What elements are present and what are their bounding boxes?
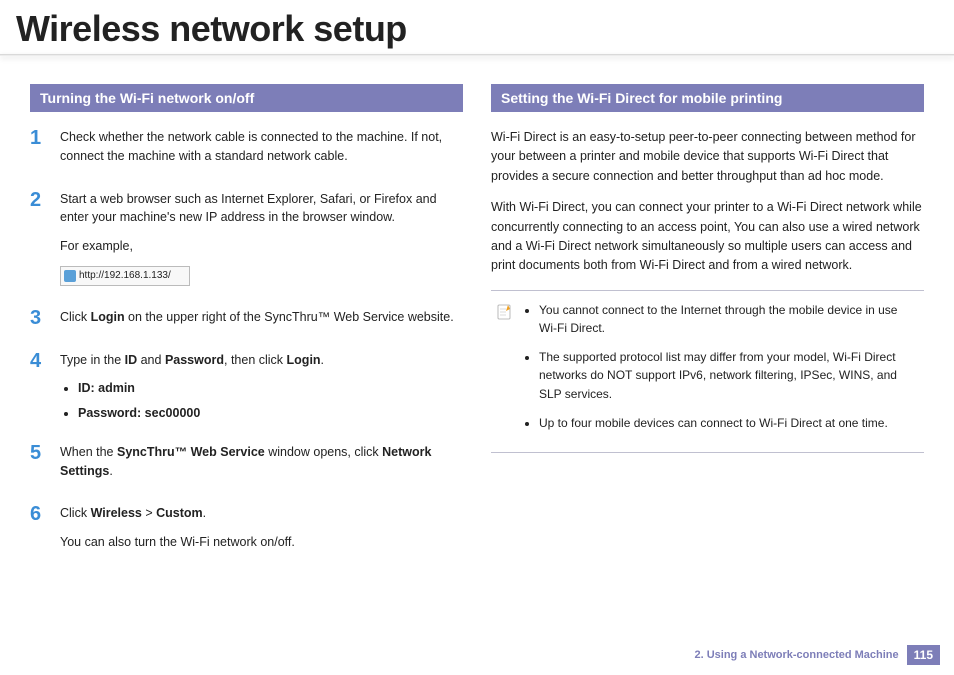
- step-3: 3 Click Login on the upper right of the …: [30, 308, 463, 337]
- step-text: Check whether the network cable is conne…: [60, 128, 463, 166]
- step-1: 1 Check whether the network cable is con…: [30, 128, 463, 176]
- credential-list: ID: admin Password: sec00000: [78, 379, 463, 423]
- step-extra: For example,: [60, 237, 463, 256]
- page-title: Wireless network setup: [0, 0, 954, 54]
- credential-password: Password: sec00000: [78, 404, 463, 423]
- title-divider: [0, 54, 954, 56]
- step-text: Click Login on the upper right of the Sy…: [60, 308, 463, 327]
- step-list: 1 Check whether the network cable is con…: [30, 128, 463, 562]
- step-6: 6 Click Wireless > Custom. You can also …: [30, 504, 463, 562]
- url-bar-example: http://192.168.1.133/: [60, 266, 190, 286]
- step-body: Start a web browser such as Internet Exp…: [60, 190, 463, 294]
- step-number: 1: [30, 126, 60, 176]
- step-number: 6: [30, 502, 60, 562]
- note-icon: [495, 303, 513, 321]
- step-text: Start a web browser such as Internet Exp…: [60, 190, 463, 228]
- paragraph-2: With Wi-Fi Direct, you can connect your …: [491, 198, 924, 276]
- step-number: 4: [30, 349, 60, 429]
- note-list: You cannot connect to the Internet throu…: [539, 301, 918, 443]
- note-item: Up to four mobile devices can connect to…: [539, 414, 918, 433]
- step-number: 3: [30, 306, 60, 337]
- step-text: When the SyncThru™ Web Service window op…: [60, 443, 463, 481]
- step-text: Click Wireless > Custom.: [60, 504, 463, 523]
- step-number: 5: [30, 441, 60, 491]
- step-extra: You can also turn the Wi-Fi network on/o…: [60, 533, 463, 552]
- step-2: 2 Start a web browser such as Internet E…: [30, 190, 463, 294]
- right-column: Setting the Wi-Fi Direct for mobile prin…: [491, 84, 924, 576]
- step-body: Click Login on the upper right of the Sy…: [60, 308, 463, 337]
- step-body: Type in the ID and Password, then click …: [60, 351, 463, 429]
- step-4: 4 Type in the ID and Password, then clic…: [30, 351, 463, 429]
- note-item: You cannot connect to the Internet throu…: [539, 301, 918, 338]
- page-icon: [64, 270, 76, 282]
- note-box: You cannot connect to the Internet throu…: [491, 290, 924, 454]
- note-item: The supported protocol list may differ f…: [539, 348, 918, 404]
- footer-chapter: 2. Using a Network-connected Machine: [694, 649, 898, 661]
- step-body: When the SyncThru™ Web Service window op…: [60, 443, 463, 491]
- url-text: http://192.168.1.133/: [79, 268, 171, 283]
- content-columns: Turning the Wi-Fi network on/off 1 Check…: [0, 84, 954, 576]
- left-column: Turning the Wi-Fi network on/off 1 Check…: [30, 84, 463, 576]
- step-body: Check whether the network cable is conne…: [60, 128, 463, 176]
- page-number: 115: [907, 645, 940, 665]
- step-body: Click Wireless > Custom. You can also tu…: [60, 504, 463, 562]
- step-text: Type in the ID and Password, then click …: [60, 351, 463, 370]
- credential-id: ID: admin: [78, 379, 463, 398]
- section-header-right: Setting the Wi-Fi Direct for mobile prin…: [491, 84, 924, 112]
- section-header-left: Turning the Wi-Fi network on/off: [30, 84, 463, 112]
- paragraph-1: Wi-Fi Direct is an easy-to-setup peer-to…: [491, 128, 924, 186]
- page-footer: 2. Using a Network-connected Machine 115: [694, 645, 940, 665]
- step-5: 5 When the SyncThru™ Web Service window …: [30, 443, 463, 491]
- step-number: 2: [30, 188, 60, 294]
